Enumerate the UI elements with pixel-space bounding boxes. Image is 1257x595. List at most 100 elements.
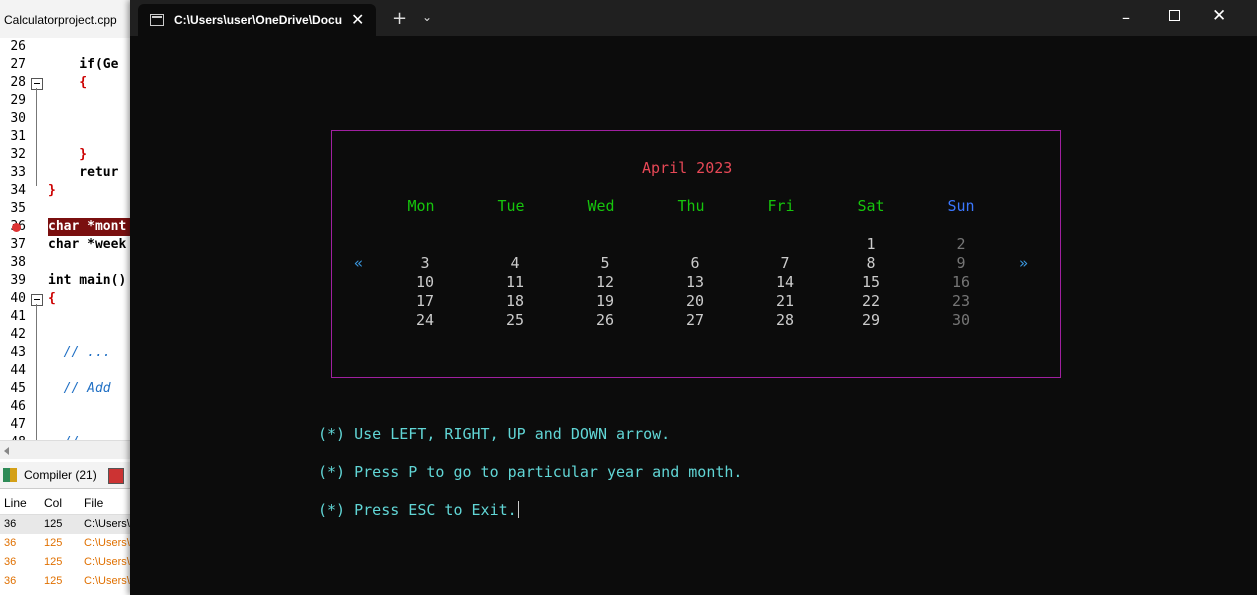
horizontal-scrollbar[interactable]: [0, 440, 135, 459]
code-line: {: [48, 291, 56, 306]
line-number: 46: [10, 399, 26, 414]
weekday-sun: Sun: [947, 197, 975, 215]
line-number: 30: [10, 111, 26, 126]
cell-line: 36: [4, 537, 17, 549]
vertical-scrollbar[interactable]: [1242, 36, 1257, 595]
line-number: 35: [10, 201, 26, 216]
header-file: File: [84, 496, 104, 510]
line-number: 42: [10, 327, 26, 342]
date-cell[interactable]: 25: [495, 311, 535, 329]
date-cell[interactable]: 14: [765, 273, 805, 291]
cell-file: C:\Users\: [84, 537, 130, 549]
terminal-window: C:\Users\user\OneDrive\Docu ✕ + ⌄ – ✕ Ap…: [130, 0, 1257, 595]
file-tab[interactable]: Calculatorproject.cpp: [0, 0, 135, 39]
date-cell[interactable]: 1: [851, 235, 891, 253]
date-cell[interactable]: 17: [405, 292, 445, 310]
date-cell[interactable]: 21: [765, 292, 805, 310]
date-cell[interactable]: 29: [851, 311, 891, 329]
new-tab-button[interactable]: +: [392, 8, 407, 29]
header-col: Col: [44, 496, 63, 510]
code-editor[interactable]: if(Ge { } retur} char *mont char *week int …: [48, 38, 138, 440]
terminal-tab-title: C:\Users\user\OneDrive\Docu: [174, 13, 343, 27]
calendar-title: April 2023: [642, 159, 733, 177]
code-line: }: [48, 183, 56, 198]
cell-col: 125: [44, 575, 63, 587]
line-number: 27: [10, 57, 26, 72]
compiler-icon: [3, 468, 17, 482]
fold-box-icon[interactable]: [31, 294, 43, 306]
date-cell[interactable]: 10: [405, 273, 445, 291]
date-cell[interactable]: 27: [675, 311, 715, 329]
code-line: if(Ge: [48, 57, 119, 72]
date-cell[interactable]: 9: [941, 254, 981, 272]
prev-month-arrow: «: [354, 254, 364, 272]
fold-box-icon[interactable]: [31, 78, 43, 90]
compiler-tab-label: Compiler (21): [24, 468, 97, 482]
code-line: {: [48, 75, 88, 90]
date-cell[interactable]: 7: [765, 254, 805, 272]
terminal-icon: [150, 14, 164, 26]
cell-file: C:\Users\: [84, 575, 130, 587]
code-line: }: [48, 147, 88, 162]
date-cell[interactable]: 15: [851, 273, 891, 291]
line-number: 31: [10, 129, 26, 144]
cell-line: 36: [4, 518, 17, 530]
title-bar[interactable]: C:\Users\user\OneDrive\Docu ✕ + ⌄ – ✕: [130, 0, 1257, 36]
line-number: 32: [10, 147, 26, 162]
date-cell[interactable]: 16: [941, 273, 981, 291]
chevron-down-icon[interactable]: ⌄: [422, 10, 432, 24]
line-number: 43: [10, 345, 26, 360]
date-cell[interactable]: 22: [851, 292, 891, 310]
instruction-particular: (*) Press P to go to particular year and…: [318, 463, 743, 481]
date-cell[interactable]: 11: [495, 273, 535, 291]
date-cell[interactable]: 26: [585, 311, 625, 329]
code-line: // Add: [48, 381, 111, 396]
tab-close-icon[interactable]: ✕: [351, 10, 364, 29]
code-line: retur: [48, 165, 119, 180]
table-row[interactable]: 36 125 C:\Users\: [0, 534, 135, 553]
cell-col: 125: [44, 556, 63, 568]
date-cell[interactable]: 24: [405, 311, 445, 329]
weekday-wed: Wed: [587, 197, 615, 215]
code-line: int main(): [48, 273, 127, 288]
date-cell[interactable]: 20: [675, 292, 715, 310]
date-cell[interactable]: 19: [585, 292, 625, 310]
line-number: 33: [10, 165, 26, 180]
next-month-arrow: »: [1019, 254, 1029, 272]
line-number: 38: [10, 255, 26, 270]
date-cell[interactable]: 28: [765, 311, 805, 329]
date-cell[interactable]: 12: [585, 273, 625, 291]
date-cell[interactable]: 8: [851, 254, 891, 272]
cell-col: 125: [44, 518, 63, 530]
date-cell[interactable]: 13: [675, 273, 715, 291]
line-number: 45: [10, 381, 26, 396]
table-row[interactable]: 36 125 C:\Users\: [0, 553, 135, 572]
line-number: 44: [10, 363, 26, 378]
table-row[interactable]: 36 125 C:\Users\: [0, 572, 135, 591]
date-cell[interactable]: 30: [941, 311, 981, 329]
file-tab-label: Calculatorproject.cpp: [4, 13, 117, 27]
date-cell[interactable]: 5: [585, 254, 625, 272]
code-line: char *mont: [48, 218, 138, 236]
terminal-tab[interactable]: C:\Users\user\OneDrive\Docu ✕: [138, 4, 376, 36]
resources-icon[interactable]: [108, 468, 124, 484]
date-cell[interactable]: 4: [495, 254, 535, 272]
date-cell[interactable]: 6: [675, 254, 715, 272]
weekday-tue: Tue: [497, 197, 525, 215]
weekday-thu: Thu: [677, 197, 705, 215]
compiler-tab[interactable]: Compiler (21): [0, 462, 135, 489]
code-line: // ...: [48, 345, 111, 360]
table-row[interactable]: 36 125 C:\Users\: [0, 515, 135, 534]
close-button[interactable]: ✕: [1212, 6, 1226, 26]
date-cell[interactable]: 3: [405, 254, 445, 272]
date-cell[interactable]: 23: [941, 292, 981, 310]
weekday-mon: Mon: [407, 197, 435, 215]
cell-file: C:\Users\: [84, 518, 130, 530]
date-cell[interactable]: 2: [941, 235, 981, 253]
breakpoint-error-icon[interactable]: [12, 223, 21, 232]
maximize-button[interactable]: [1169, 10, 1180, 21]
minimize-button[interactable]: –: [1122, 8, 1130, 27]
line-number: 28: [10, 75, 26, 90]
line-number: 40: [10, 291, 26, 306]
date-cell[interactable]: 18: [495, 292, 535, 310]
